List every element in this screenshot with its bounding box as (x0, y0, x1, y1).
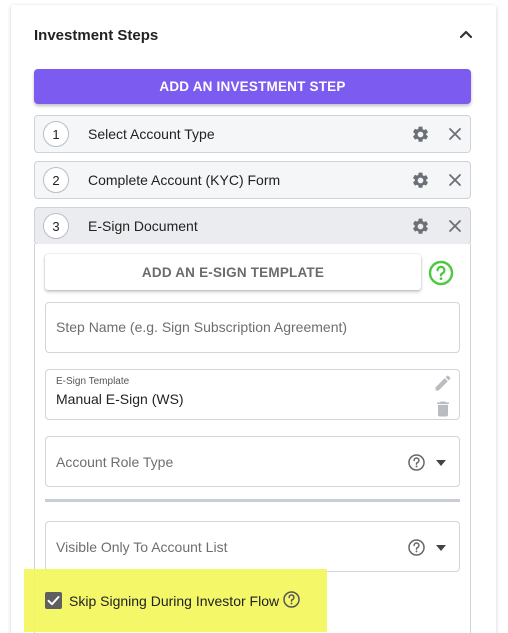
add-investment-step-button[interactable]: ADD AN INVESTMENT STEP (34, 69, 471, 104)
dropdown-arrow-icon[interactable] (435, 459, 447, 467)
step-number: 3 (43, 213, 69, 239)
step-label: Complete Account (KYC) Form (88, 172, 281, 188)
step-row-1[interactable]: 1 Select Account Type (34, 115, 471, 153)
close-icon[interactable] (447, 172, 463, 188)
close-icon[interactable] (447, 218, 463, 234)
help-circle-icon[interactable] (282, 590, 301, 609)
step-row-2[interactable]: 2 Complete Account (KYC) Form (34, 161, 471, 199)
esign-template-value: Manual E-Sign (WS) (56, 391, 184, 407)
skip-signing-checkbox[interactable] (45, 592, 62, 609)
dropdown-arrow-icon[interactable] (435, 544, 447, 552)
account-role-type-select[interactable]: Account Role Type (45, 436, 460, 487)
pencil-icon[interactable] (433, 373, 453, 393)
section-divider (45, 499, 460, 502)
chevron-up-icon[interactable] (456, 26, 476, 42)
help-circle-icon[interactable] (407, 538, 426, 557)
panel-title: Investment Steps (34, 27, 159, 44)
close-icon[interactable] (447, 126, 463, 142)
help-circle-icon[interactable] (428, 260, 454, 286)
visible-only-to-account-list-select[interactable]: Visible Only To Account List (45, 521, 460, 572)
gear-icon[interactable] (411, 217, 430, 236)
skip-signing-label[interactable]: Skip Signing During Investor Flow (69, 593, 279, 609)
step-label: Select Account Type (88, 126, 215, 142)
trash-icon[interactable] (433, 399, 453, 419)
help-circle-icon[interactable] (407, 453, 426, 472)
step-name-placeholder: Step Name (e.g. Sign Subscription Agreem… (56, 319, 348, 335)
step-number: 2 (43, 167, 69, 193)
step-number: 1 (43, 121, 69, 147)
esign-template-field[interactable]: E-Sign Template Manual E-Sign (WS) (45, 369, 460, 420)
gear-icon[interactable] (411, 125, 430, 144)
check-icon (47, 596, 60, 606)
esign-template-label: E-Sign Template (56, 376, 130, 387)
step-row-3[interactable]: 3 E-Sign Document (34, 207, 471, 245)
visible-only-placeholder: Visible Only To Account List (56, 539, 228, 555)
step-name-input[interactable]: Step Name (e.g. Sign Subscription Agreem… (45, 302, 460, 353)
gear-icon[interactable] (411, 171, 430, 190)
add-esign-template-button[interactable]: ADD AN E-SIGN TEMPLATE (45, 254, 421, 290)
account-role-placeholder: Account Role Type (56, 454, 174, 470)
step-label: E-Sign Document (88, 218, 198, 234)
